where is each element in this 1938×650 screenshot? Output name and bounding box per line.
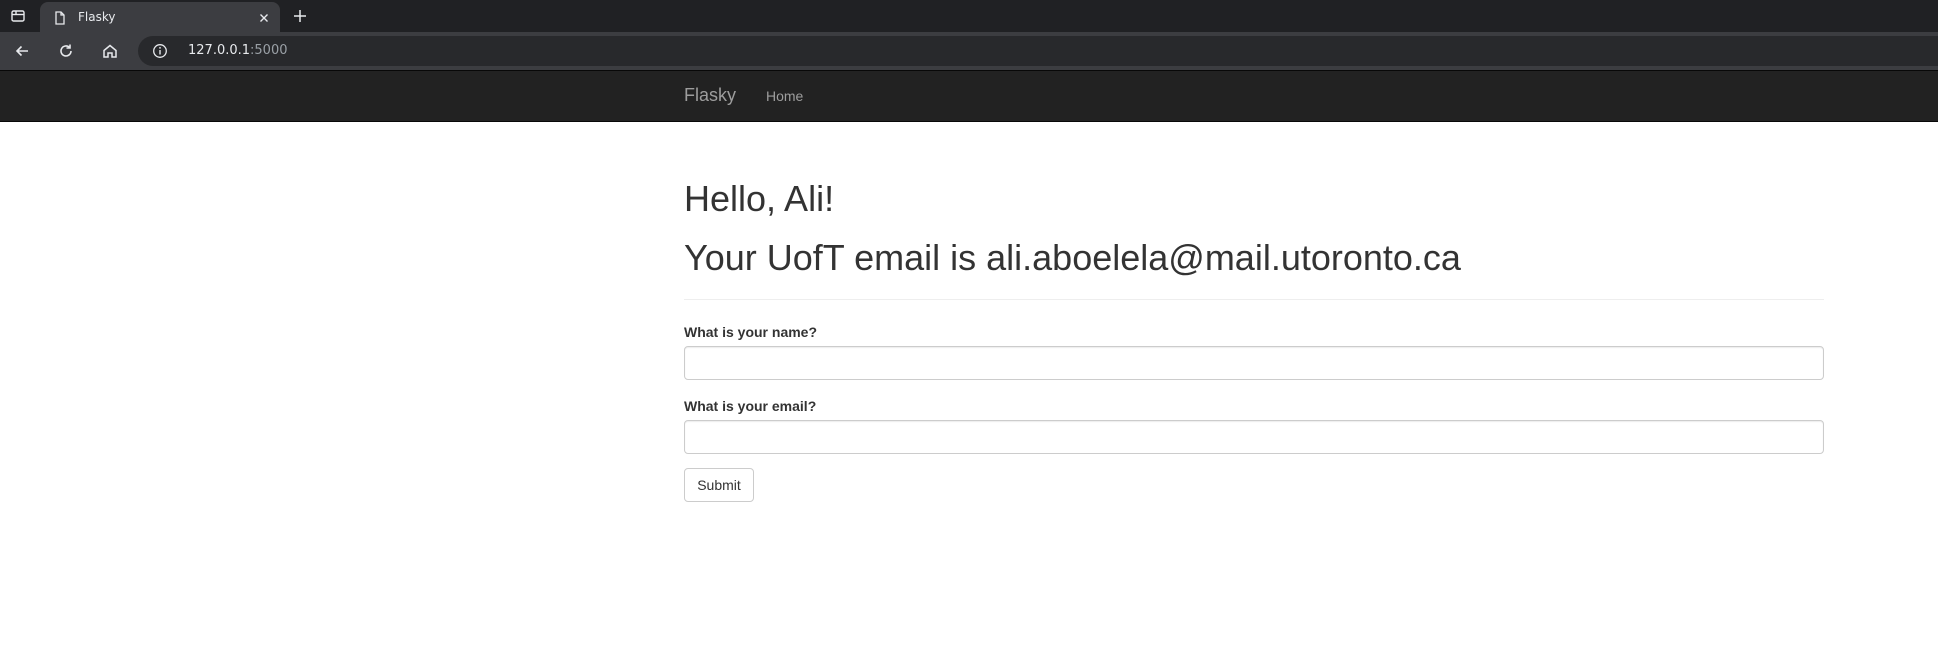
- info-icon[interactable]: [152, 43, 168, 59]
- email-label: What is your email?: [684, 398, 817, 414]
- nav-link-home[interactable]: Home: [766, 88, 803, 104]
- name-label: What is your name?: [684, 324, 818, 340]
- email-field[interactable]: [684, 420, 1824, 454]
- page-icon: [52, 10, 68, 26]
- browser-tab[interactable]: Flasky: [40, 2, 280, 34]
- submit-button[interactable]: Submit: [684, 468, 754, 502]
- navbar-brand[interactable]: Flasky: [684, 85, 736, 106]
- browser-toolbar: 127.0.0.1:5000: [0, 32, 1938, 70]
- home-icon[interactable]: [96, 37, 124, 65]
- browser-tab-bar: Flasky: [0, 0, 1938, 34]
- url-port: :5000: [250, 43, 288, 58]
- url-host: 127.0.0.1: [188, 43, 251, 58]
- name-field[interactable]: [684, 346, 1824, 380]
- address-bar[interactable]: 127.0.0.1:5000: [138, 36, 1938, 66]
- tab-switcher-icon[interactable]: [6, 4, 30, 28]
- close-icon[interactable]: [256, 10, 272, 26]
- back-arrow-icon[interactable]: [8, 37, 36, 65]
- url-text: 127.0.0.1:5000: [188, 43, 288, 58]
- plus-icon[interactable]: [288, 4, 312, 28]
- site-navbar: Flasky Home: [0, 70, 1938, 122]
- tab-title: Flasky: [78, 10, 116, 24]
- page-header-divider: [684, 299, 1824, 300]
- email-heading: Your UofT email is ali.aboelela@mail.uto…: [684, 237, 1461, 278]
- reload-icon[interactable]: [52, 37, 80, 65]
- greeting-heading: Hello, Ali!: [684, 178, 835, 219]
